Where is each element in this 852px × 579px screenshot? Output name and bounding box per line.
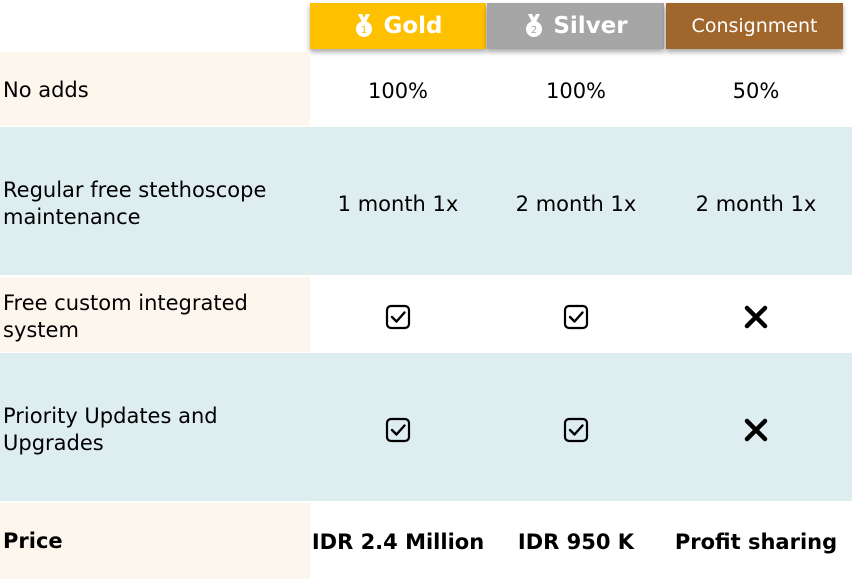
tier-header-gold: 1 Gold	[310, 3, 486, 49]
tier-header-consignment: Consignment	[666, 3, 843, 49]
check-icon	[563, 417, 589, 443]
value-silver-no-adds: 100%	[545, 79, 607, 103]
tier-name: Gold	[383, 13, 443, 39]
medal-number: 2	[531, 25, 537, 36]
check-icon	[385, 417, 411, 443]
price-silver: IDR 950 K	[517, 530, 635, 554]
gold-medal-icon: 1	[356, 14, 373, 37]
check-icon	[563, 304, 589, 330]
cross-icon	[744, 418, 768, 442]
row-label-no-adds: No adds	[3, 78, 89, 102]
row-label-maintenance: Regular free stethoscope maintenance	[3, 178, 267, 229]
value-consignment-no-adds: 50%	[732, 79, 780, 103]
price-gold: IDR 2.4 Million	[311, 530, 485, 554]
tier-header-silver: 2 Silver	[487, 3, 664, 49]
cross-icon	[744, 305, 768, 329]
row-label-price: Price	[3, 529, 63, 553]
price-consignment: Profit sharing	[674, 530, 838, 554]
row-label-priority-updates: Priority Updates and Upgrades	[3, 404, 218, 455]
silver-medal-icon: 2	[526, 14, 543, 37]
tier-name: Silver	[553, 13, 628, 39]
tier-name: Consignment	[691, 15, 818, 37]
value-gold-maintenance: 1 month 1x	[337, 192, 459, 216]
value-gold-no-adds: 100%	[367, 79, 429, 103]
check-icon	[385, 304, 411, 330]
row-label-custom-system: Free custom integrated system	[3, 291, 248, 342]
value-silver-maintenance: 2 month 1x	[515, 192, 637, 216]
medal-number: 1	[361, 25, 367, 36]
value-consignment-maintenance: 2 month 1x	[695, 192, 817, 216]
